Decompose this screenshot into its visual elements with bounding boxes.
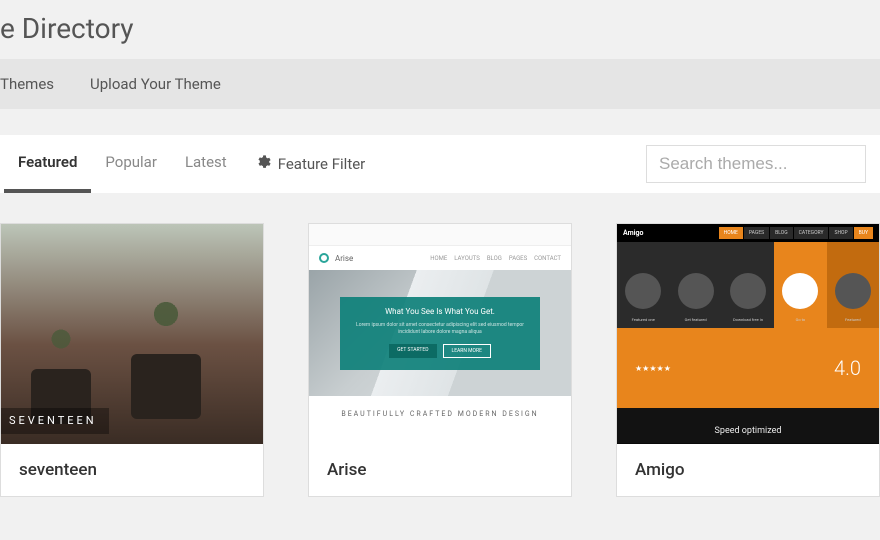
nav-item: PAGES (509, 255, 527, 262)
preview-caption: BEAUTIFULLY CRAFTED MODERN DESIGN (309, 396, 571, 432)
version-number: 4.0 (834, 356, 861, 380)
cell-label: Download free in (733, 317, 763, 322)
hero-btn-primary: GET STARTED (389, 344, 436, 358)
feature-cell: Go to (774, 242, 826, 328)
theme-thumb: Amigo HOME PAGES BLOG CATEGORY SHOP BUY … (617, 224, 879, 444)
hero-btn-secondary: LEARN MORE (443, 344, 491, 358)
nav-item: BLOG (770, 227, 793, 239)
hero-buttons: GET STARTED LEARN MORE (348, 344, 532, 358)
nav-item: HOME (430, 255, 447, 262)
hero-heading: What You See Is What You Get. (348, 307, 532, 316)
tab-popular[interactable]: Popular (91, 135, 171, 193)
hero-overlay: What You See Is What You Get. Lorem ipsu… (340, 297, 540, 370)
footer-heading: Speed optimized (715, 426, 782, 436)
preview-nav: Arise HOME LAYOUTS BLOG PAGES CONTACT (309, 246, 571, 270)
filter-tabs: Featured Popular Latest (0, 135, 241, 193)
avatar-icon (678, 273, 714, 309)
badge-text: SEVENTEEN (9, 414, 97, 427)
avatar-icon (730, 273, 766, 309)
nav-item: PAGES (744, 227, 769, 239)
plant-graphic (126, 269, 206, 359)
preview-feature-row: Featured one Get featured Download free … (617, 242, 879, 328)
preview-hero: What You See Is What You Get. Lorem ipsu… (309, 270, 571, 396)
theme-name: Amigo (617, 444, 879, 496)
preview-rating-row: ★★★★★ 4.0 (617, 328, 879, 408)
page-title: e Directory (0, 0, 880, 59)
feature-filter-label: Feature Filter (278, 155, 366, 173)
preview-footer: Speed optimized (617, 408, 879, 444)
themes-link[interactable]: Themes (0, 75, 54, 93)
theme-card-amigo[interactable]: Amigo HOME PAGES BLOG CATEGORY SHOP BUY … (616, 223, 880, 497)
theme-card-seventeen[interactable]: SEVENTEEN seventeen (0, 223, 264, 497)
nav-item: SHOP (829, 227, 852, 239)
toolbar: Themes Upload Your Theme (0, 59, 880, 109)
nav-item: BLOG (487, 255, 502, 262)
plant-graphic (29, 304, 93, 374)
logo-icon (319, 253, 329, 263)
tab-latest[interactable]: Latest (171, 135, 241, 193)
theme-badge: SEVENTEEN (1, 408, 109, 434)
feature-filter-button[interactable]: Feature Filter (255, 154, 366, 174)
theme-grid: SEVENTEEN seventeen Arise HOME LAYOUTS B… (0, 193, 880, 497)
feature-cell: Featured (827, 242, 879, 328)
search-input[interactable] (646, 145, 866, 183)
avatar-icon (835, 273, 871, 309)
cell-label: Featured (845, 317, 861, 322)
preview-nav: HOME PAGES BLOG CATEGORY SHOP BUY (719, 227, 873, 239)
cell-label: Go to (796, 317, 806, 322)
pot-graphic (131, 354, 201, 419)
hero-text: Lorem ipsum dolor sit amet consectetur a… (348, 322, 532, 336)
nav-item: CONTACT (534, 255, 561, 262)
theme-name: seventeen (1, 444, 263, 496)
feature-cell: Download free in (722, 242, 774, 328)
gear-icon (255, 154, 271, 174)
search-wrap (646, 145, 866, 183)
preview-topbar: Amigo HOME PAGES BLOG CATEGORY SHOP BUY (617, 224, 879, 242)
footer-bar (617, 443, 879, 444)
preview-topbar (309, 224, 571, 246)
nav-item: BUY (854, 227, 873, 239)
star-icons: ★★★★★ (635, 364, 671, 373)
preview-brand: Arise (335, 254, 424, 263)
nav-item: CATEGORY (794, 227, 829, 239)
filter-bar: Featured Popular Latest Feature Filter (0, 135, 880, 193)
theme-card-arise[interactable]: Arise HOME LAYOUTS BLOG PAGES CONTACT Wh… (308, 223, 572, 497)
nav-item: HOME (719, 227, 743, 239)
preview-nav-links: HOME LAYOUTS BLOG PAGES CONTACT (430, 255, 561, 262)
feature-cell: Get featured (669, 242, 721, 328)
tab-featured[interactable]: Featured (4, 135, 91, 193)
theme-thumb: SEVENTEEN (1, 224, 263, 444)
avatar-icon (782, 273, 818, 309)
theme-name: Arise (309, 444, 571, 496)
cell-label: Get featured (685, 317, 707, 322)
cell-label: Featured one (632, 317, 655, 322)
nav-item: LAYOUTS (454, 255, 480, 262)
avatar-icon (625, 273, 661, 309)
preview-brand: Amigo (623, 229, 643, 237)
feature-cell: Featured one (617, 242, 669, 328)
theme-thumb: Arise HOME LAYOUTS BLOG PAGES CONTACT Wh… (309, 224, 571, 444)
upload-theme-link[interactable]: Upload Your Theme (90, 75, 221, 93)
